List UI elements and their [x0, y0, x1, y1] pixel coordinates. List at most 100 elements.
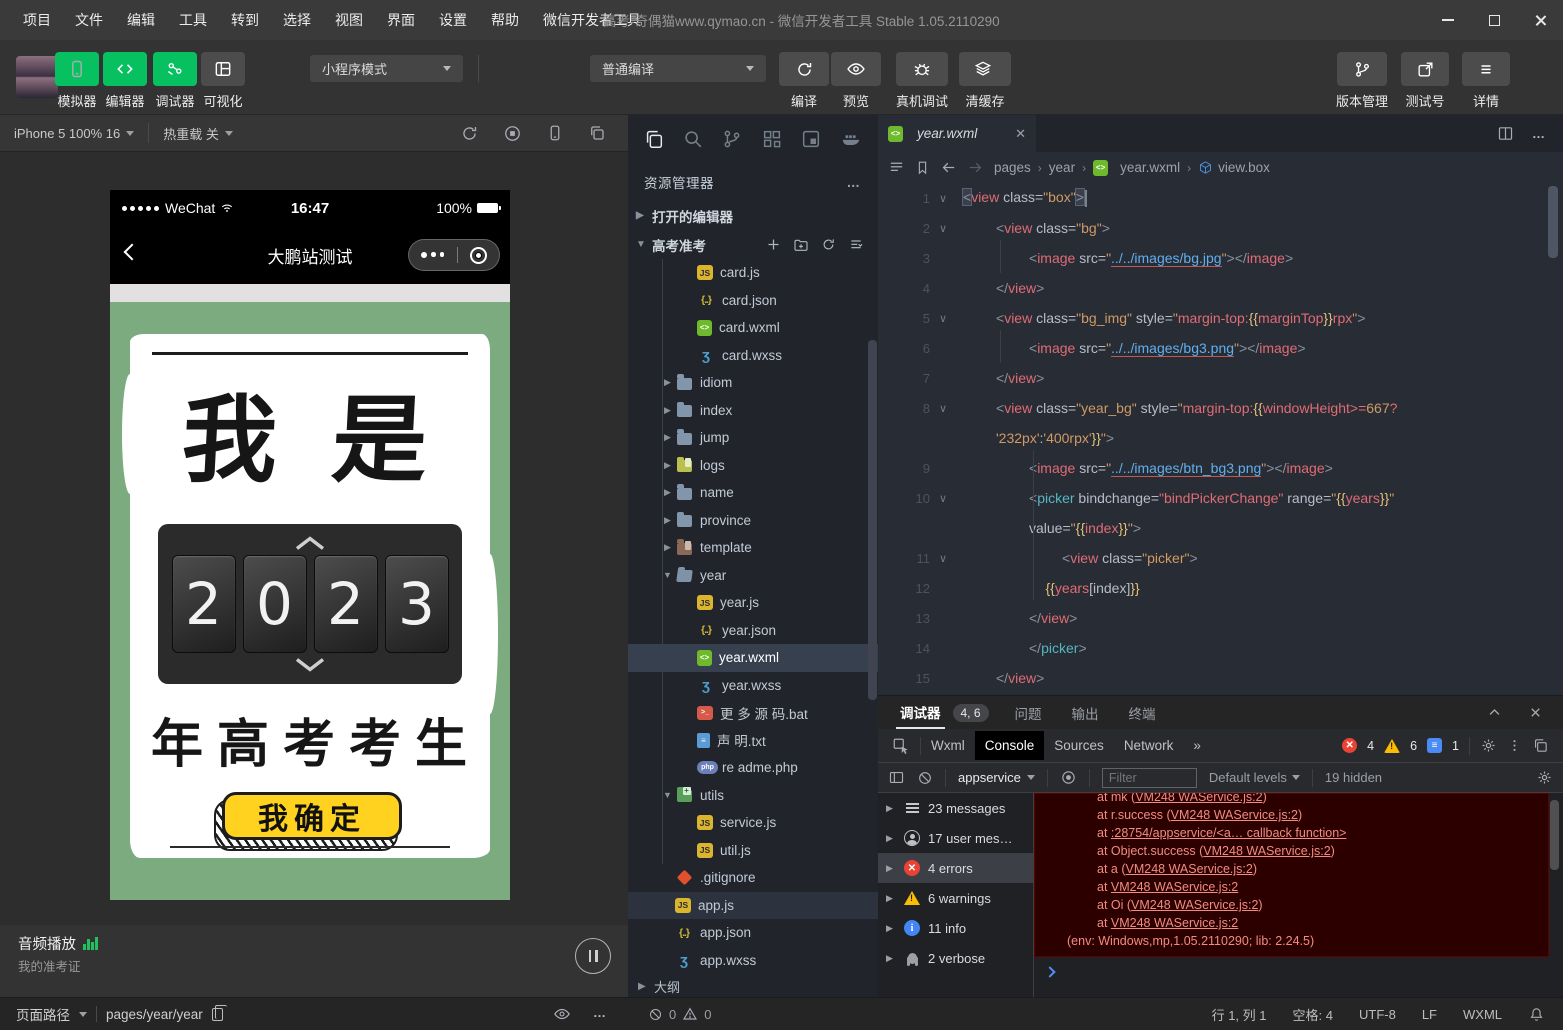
menu-item[interactable]: 文件	[66, 6, 112, 34]
multi-window-icon[interactable]	[588, 124, 606, 143]
panel-console[interactable]: Console	[975, 731, 1045, 760]
tree-item-card.wxss[interactable]: ʒcard.wxss	[628, 342, 878, 370]
menu-item[interactable]: 选择	[274, 6, 320, 34]
menu-item[interactable]: 视图	[326, 6, 372, 34]
code-line[interactable]: 7</view>	[878, 363, 1563, 393]
menu-item[interactable]: 项目	[14, 6, 60, 34]
code-line[interactable]: 8∨<view class="year_bg" style="margin-to…	[878, 393, 1563, 423]
files-icon[interactable]	[643, 128, 665, 150]
hot-reload-toggle[interactable]: 热重载 关	[149, 115, 247, 151]
capsule-menu[interactable]	[408, 239, 500, 271]
split-editor-icon[interactable]	[1497, 125, 1514, 142]
menu-item[interactable]: 工具	[170, 6, 216, 34]
panel-sources[interactable]: Sources	[1044, 731, 1114, 760]
tree-chevron-icon[interactable]: ▶	[660, 432, 675, 443]
console-group-info[interactable]: ▶i11 info	[878, 913, 1033, 943]
tab-output[interactable]: 输出	[1068, 703, 1103, 723]
console-scrollbar[interactable]	[1550, 800, 1559, 870]
collapse-all-icon[interactable]	[848, 237, 864, 253]
tree-item-year.wxml[interactable]: <>year.wxml	[628, 644, 878, 672]
menu-item[interactable]: 界面	[378, 6, 424, 34]
breadcrumb-item-pages[interactable]: pages	[994, 160, 1031, 175]
menu-item[interactable]: 设置	[430, 6, 476, 34]
back-icon[interactable]	[124, 244, 141, 261]
message-count-icon[interactable]: ≡	[1427, 738, 1442, 753]
console-group-user[interactable]: ▶17 user mes…	[878, 823, 1033, 853]
more-actions-icon[interactable]: …	[847, 175, 863, 190]
menu-item[interactable]: 编辑	[118, 6, 164, 34]
stack-link[interactable]: VM248 WAService.js:2	[1131, 898, 1258, 912]
encoding[interactable]: UTF-8	[1359, 1007, 1396, 1022]
code-line[interactable]: 15</view>	[878, 663, 1563, 693]
preview-button[interactable]: 预览	[830, 52, 882, 110]
kebab-menu-icon[interactable]	[1507, 738, 1522, 753]
compile-button[interactable]: 编译	[778, 52, 830, 110]
editor-scrollbar[interactable]	[1548, 186, 1558, 258]
dock-side-icon[interactable]	[1532, 737, 1549, 754]
minimize-button[interactable]	[1425, 0, 1471, 40]
error-count-icon[interactable]: ✕	[1342, 738, 1357, 753]
indent-setting[interactable]: 空格: 4	[1293, 1005, 1333, 1024]
device-debug-button[interactable]: 真机调试	[893, 52, 951, 110]
path-eye-icon[interactable]	[553, 1005, 571, 1023]
search-icon[interactable]	[682, 128, 704, 150]
debugger-button[interactable]: 调试器	[151, 52, 199, 110]
restart-icon[interactable]	[460, 124, 479, 143]
code-line[interactable]: value="{{index}}">	[878, 513, 1563, 543]
test-account-button[interactable]: 测试号	[1400, 52, 1450, 110]
chevron-down-icon[interactable]	[293, 657, 327, 672]
copy-path-icon[interactable]	[212, 1008, 223, 1021]
warning-count-icon[interactable]	[1384, 739, 1400, 753]
chevron-up-icon[interactable]	[293, 536, 327, 551]
breadcrumb-item-year[interactable]: year	[1049, 160, 1075, 175]
tree-chevron-icon[interactable]: ▼	[660, 570, 675, 580]
fold-chevron-icon[interactable]: ∨	[930, 492, 956, 505]
code-line[interactable]: 12{{years[index]}}	[878, 573, 1563, 603]
tree-chevron-icon[interactable]: ▶	[660, 515, 675, 526]
maximize-button[interactable]	[1471, 0, 1517, 40]
clear-console-icon[interactable]	[917, 770, 933, 786]
settings-gear-icon[interactable]	[1480, 737, 1497, 754]
explorer-scrollbar[interactable]	[868, 340, 877, 700]
page-path-label[interactable]: 页面路径	[16, 1004, 70, 1024]
tree-item-idiom[interactable]: ▶idiom	[628, 369, 878, 397]
tab-debugger[interactable]: 调试器	[896, 696, 945, 729]
stop-icon[interactable]	[503, 124, 522, 143]
console-eye-icon[interactable]	[1060, 769, 1077, 786]
extensions-icon[interactable]	[761, 128, 783, 150]
close-panel-icon[interactable]	[1528, 705, 1543, 720]
menu-item[interactable]: 转到	[222, 6, 268, 34]
tree-item-utils[interactable]: ▼utils	[628, 782, 878, 810]
tree-item-index[interactable]: ▶index	[628, 397, 878, 425]
console-group-warn[interactable]: ▶6 warnings	[878, 883, 1033, 913]
cursor-position[interactable]: 行 1, 列 1	[1212, 1005, 1267, 1024]
tree-chevron-icon[interactable]: ▶	[660, 542, 675, 553]
tree-chevron-icon[interactable]: ▼	[660, 790, 675, 800]
tree-item-name[interactable]: ▶name	[628, 479, 878, 507]
code-line[interactable]: 13</view>	[878, 603, 1563, 633]
path-more-icon[interactable]: …	[593, 1005, 608, 1023]
fold-chevron-icon[interactable]: ∨	[930, 192, 956, 205]
breadcrumb-item-year.wxml[interactable]: <>year.wxml	[1093, 160, 1180, 176]
console-prompt[interactable]	[1034, 957, 1563, 997]
visualization-button[interactable]: 可视化	[199, 52, 247, 110]
clear-cache-button[interactable]: 清缓存	[958, 52, 1012, 110]
year-picker[interactable]: 2023	[158, 524, 462, 684]
new-file-icon[interactable]	[766, 237, 781, 253]
avatar[interactable]	[16, 56, 58, 98]
tree-item-app.json[interactable]: {..}app.json	[628, 919, 878, 947]
confirm-button[interactable]: 我确定	[218, 792, 402, 848]
tree-item-logs[interactable]: ▶logs	[628, 452, 878, 480]
console-settings-gear-icon[interactable]	[1536, 769, 1553, 786]
mode-select[interactable]: 小程序模式	[310, 55, 463, 82]
code-line[interactable]: 4</view>	[878, 273, 1563, 303]
tree-item-service.js[interactable]: JSservice.js	[628, 809, 878, 837]
stack-link[interactable]: VM248 WAService.js:2	[1126, 862, 1253, 876]
stack-link[interactable]: VM248 WAService.js:2	[1135, 793, 1262, 804]
panel-wxml[interactable]: Wxml	[921, 731, 975, 760]
tab-year-wxml[interactable]: <> year.wxml ✕	[878, 115, 1036, 152]
collapse-panel-icon[interactable]	[1487, 705, 1502, 720]
tree-item-re-adme.php[interactable]: phpre adme.php	[628, 754, 878, 782]
fold-chevron-icon[interactable]: ∨	[930, 312, 956, 325]
console-group-bug[interactable]: ▶2 verbose	[878, 943, 1033, 973]
